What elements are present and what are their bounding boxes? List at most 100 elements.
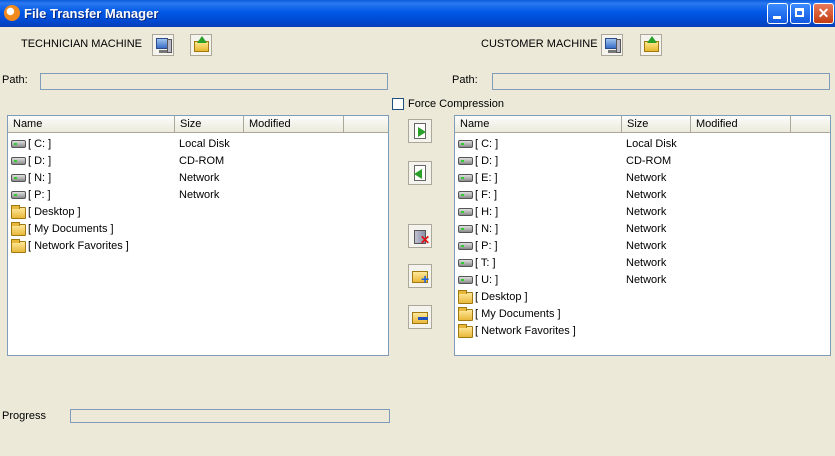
close-icon: ✕	[817, 5, 830, 21]
item-name: [ Desktop ]	[28, 206, 81, 218]
drive-icon	[458, 225, 473, 233]
item-size: Local Disk	[626, 138, 677, 150]
copy-to-customer-button[interactable]	[408, 119, 432, 143]
maximize-icon	[795, 8, 804, 17]
copy-to-technician-button[interactable]	[408, 161, 432, 185]
drive-icon	[458, 191, 473, 199]
drive-icon	[458, 242, 473, 250]
item-size: Network	[626, 274, 667, 286]
customer-file-list[interactable]: Name Size Modified [ C: ] Local Disk [ D: …	[454, 115, 831, 356]
minimize-button[interactable]	[767, 3, 788, 24]
item-size: CD-ROM	[179, 155, 225, 167]
item-size: Network	[626, 189, 667, 201]
app-icon	[4, 5, 20, 21]
item-name: [ P: ]	[28, 189, 51, 201]
folder-icon	[11, 222, 26, 236]
list-item[interactable]: [ Network Favorites ]	[455, 323, 830, 340]
drive-icon	[11, 157, 26, 165]
column-header-size[interactable]: Size	[175, 116, 244, 133]
list-item[interactable]: [ D: ] CD-ROM	[455, 153, 830, 170]
list-item[interactable]: [ N: ] Network	[8, 170, 388, 187]
item-name: [ C: ]	[475, 138, 499, 150]
list-item[interactable]: [ E: ] Network	[455, 170, 830, 187]
title-bar[interactable]: File Transfer Manager ✕	[0, 0, 835, 27]
list-item[interactable]: [ My Documents ]	[455, 306, 830, 323]
delete-x-icon: ✕	[420, 233, 431, 247]
item-name: [ C: ]	[28, 138, 52, 150]
delete-button[interactable]: ✕	[408, 224, 432, 248]
list-item[interactable]: [ Desktop ]	[455, 289, 830, 306]
item-size: Network	[626, 206, 667, 218]
list-item[interactable]: [ H: ] Network	[455, 204, 830, 221]
minimize-icon	[773, 16, 781, 19]
list-item[interactable]: [ Desktop ]	[8, 204, 388, 221]
item-name: [ U: ]	[475, 274, 499, 286]
list-item[interactable]: [ U: ] Network	[455, 272, 830, 289]
item-name: [ F: ]	[475, 189, 497, 201]
technician-path-label: Path:	[2, 74, 28, 86]
list-item[interactable]: [ P: ] Network	[8, 187, 388, 204]
list-item[interactable]: [ My Documents ]	[8, 221, 388, 238]
column-header-name[interactable]: Name	[8, 116, 175, 133]
drive-icon	[11, 191, 26, 199]
technician-up-folder-button[interactable]	[190, 34, 212, 56]
customer-machine-label: CUSTOMER MACHINE	[481, 38, 598, 50]
column-header-size[interactable]: Size	[622, 116, 691, 133]
item-name: [ My Documents ]	[475, 308, 561, 320]
item-name: [ D: ]	[475, 155, 499, 167]
close-button[interactable]: ✕	[813, 3, 834, 24]
list-item[interactable]: [ C: ] Local Disk	[8, 136, 388, 153]
drive-icon	[458, 140, 473, 148]
force-compression-checkbox[interactable]	[392, 98, 404, 110]
item-name: [ E: ]	[475, 172, 498, 184]
window-title: File Transfer Manager	[24, 6, 159, 21]
item-size: Network	[179, 189, 220, 201]
column-header-name[interactable]: Name	[455, 116, 622, 133]
list-item[interactable]: [ D: ] CD-ROM	[8, 153, 388, 170]
drive-icon	[458, 276, 473, 284]
progress-label: Progress	[2, 410, 47, 422]
list-item[interactable]: [ C: ] Local Disk	[455, 136, 830, 153]
item-size: Network	[626, 240, 667, 252]
technician-machine-label: TECHNICIAN MACHINE	[21, 38, 143, 50]
drive-icon	[11, 140, 26, 148]
column-header-modified[interactable]: Modified	[691, 116, 791, 133]
drive-icon	[458, 259, 473, 267]
drive-icon	[458, 157, 473, 165]
maximize-button[interactable]	[790, 3, 811, 24]
customer-up-folder-button[interactable]	[640, 34, 662, 56]
list-item[interactable]: [ F: ] Network	[455, 187, 830, 204]
drive-icon	[458, 208, 473, 216]
customer-path-field[interactable]	[492, 73, 830, 90]
list-item[interactable]: [ N: ] Network	[455, 221, 830, 238]
technician-file-list[interactable]: Name Size Modified [ C: ] Local Disk [ D: …	[7, 115, 389, 356]
item-name: [ D: ]	[28, 155, 52, 167]
item-size: Network	[179, 172, 220, 184]
item-name: [ H: ]	[475, 206, 499, 218]
item-name: [ My Documents ]	[28, 223, 114, 235]
technician-computer-button[interactable]	[152, 34, 174, 56]
item-name: [ N: ]	[475, 223, 499, 235]
item-size: Network	[626, 257, 667, 269]
rename-button[interactable]	[408, 305, 432, 329]
list-item[interactable]: [ Network Favorites ]	[8, 238, 388, 255]
technician-path-field[interactable]	[40, 73, 388, 90]
column-header-modified[interactable]: Modified	[244, 116, 344, 133]
folder-icon	[458, 307, 473, 321]
item-name: [ T: ]	[475, 257, 496, 269]
customer-computer-button[interactable]	[601, 34, 623, 56]
item-size: Network	[626, 172, 667, 184]
item-size: CD-ROM	[626, 155, 672, 167]
new-folder-button[interactable]: +	[408, 264, 432, 288]
item-size: Network	[626, 223, 667, 235]
arrow-right-icon	[418, 127, 426, 137]
customer-path-label: Path:	[452, 74, 478, 86]
item-name: [ Desktop ]	[475, 291, 528, 303]
item-name: [ P: ]	[475, 240, 498, 252]
list-item[interactable]: [ P: ] Network	[455, 238, 830, 255]
folder-icon	[458, 290, 473, 304]
list-item[interactable]: [ T: ] Network	[455, 255, 830, 272]
folder-icon	[11, 205, 26, 219]
drive-icon	[11, 174, 26, 182]
arrow-left-icon	[414, 169, 422, 179]
